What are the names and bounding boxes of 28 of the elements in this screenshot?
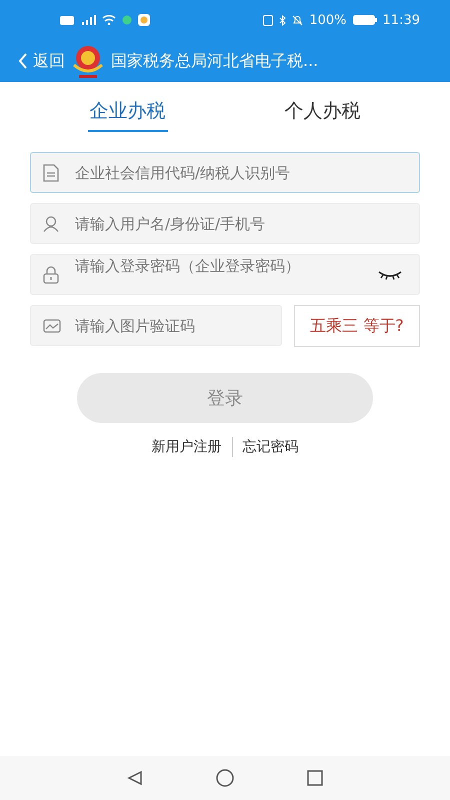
tab[interactable]: 企业办税 — [88, 96, 168, 132]
closed-eye-icon[interactable] — [378, 270, 402, 280]
battery-percent: 100% — [309, 12, 347, 28]
status-time: 11:39 — [382, 12, 420, 28]
square-icon[interactable] — [307, 770, 324, 786]
back-chevron-icon — [18, 53, 28, 69]
password-field[interactable]: 请输入登录密码（企业登录密码） — [30, 254, 420, 295]
bluetooth-icon — [279, 14, 286, 26]
back-triangle-icon[interactable] — [126, 770, 143, 786]
home-circle-icon[interactable] — [216, 769, 234, 787]
text-link[interactable]: 新用户注册 — [152, 438, 222, 456]
text-link[interactable]: 忘记密码 — [242, 438, 298, 456]
battery-icon — [352, 15, 377, 25]
captcha-image[interactable]: 五乘三 等于? — [294, 305, 420, 347]
tab[interactable]: 个人办税 — [282, 96, 362, 132]
hd-icon — [60, 16, 74, 24]
user-icon — [43, 215, 59, 232]
header-title: 国家税务总局河北省电子税... — [111, 50, 318, 72]
document-icon — [43, 164, 59, 182]
lock-icon — [43, 266, 59, 284]
mute-bell-icon — [292, 14, 304, 26]
wifi-icon — [102, 15, 116, 25]
back-button[interactable]: 返回 — [18, 50, 65, 72]
signal-icon — [80, 15, 96, 25]
emblem-icon — [71, 43, 105, 79]
image-icon — [43, 319, 61, 333]
input-field[interactable]: 企业社会信用代码/纳税人识别号 — [30, 152, 420, 193]
app-icon — [138, 14, 150, 26]
